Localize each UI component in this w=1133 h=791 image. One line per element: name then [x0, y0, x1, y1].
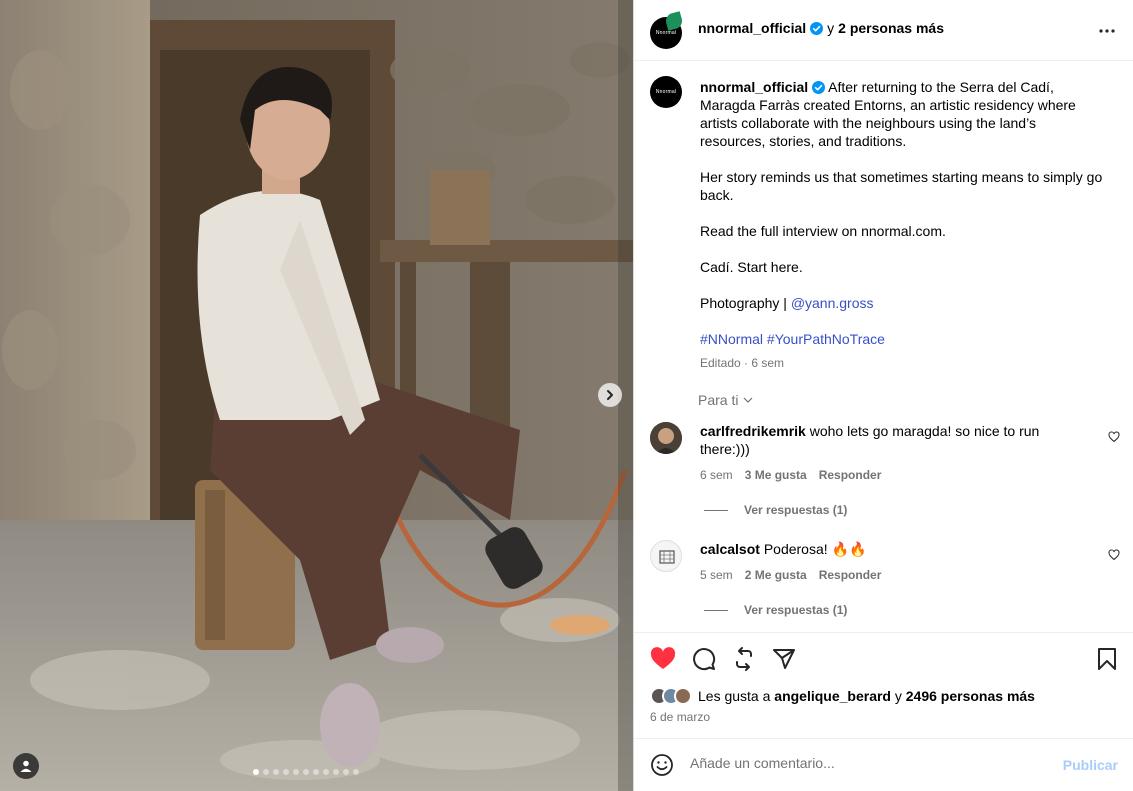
instagram-post-modal: Nnormal nnormal_official y 2 personas má…	[0, 0, 1133, 791]
carousel-dot	[343, 769, 349, 775]
collab-others-link[interactable]: 2 personas más	[838, 20, 944, 36]
carousel-dot	[333, 769, 339, 775]
comment-sort-dropdown[interactable]: Para ti	[698, 392, 754, 408]
add-comment-bar: Publicar	[634, 738, 1133, 791]
view-replies-label: Ver respuestas (1)	[744, 603, 848, 617]
carousel-dot	[253, 769, 259, 775]
post-authors: nnormal_official y 2 personas más	[698, 20, 944, 36]
mention-link[interactable]: @yann.gross	[791, 295, 874, 311]
comment-input[interactable]	[690, 755, 1050, 771]
collab-connector: y	[827, 20, 835, 36]
caption-paragraph: Her story reminds us that sometimes star…	[700, 169, 1103, 203]
more-options-icon	[1099, 29, 1115, 33]
caption-paragraph: Read the full interview on nnormal.com.	[700, 223, 946, 239]
commenter-avatar[interactable]	[650, 422, 682, 454]
carousel-dot	[313, 769, 319, 775]
carousel-dot	[323, 769, 329, 775]
repost-icon	[736, 647, 752, 671]
comment-username[interactable]: calcalsot	[700, 541, 760, 557]
carousel-next-button[interactable]	[598, 383, 622, 407]
caption-text: nnormal_official After returning to the …	[700, 78, 1105, 372]
author-username[interactable]: nnormal_official	[698, 20, 806, 36]
comment-icon	[693, 648, 716, 671]
caption-credit: Photography |	[700, 295, 787, 311]
like-button[interactable]	[650, 647, 676, 674]
view-replies-button[interactable]: Ver respuestas (1)	[704, 503, 847, 517]
user-tag-button[interactable]	[13, 753, 39, 779]
commenter-avatar[interactable]	[650, 540, 682, 572]
save-button[interactable]	[1096, 647, 1118, 674]
carousel-indicator	[253, 769, 359, 775]
liker-avatar	[674, 687, 692, 705]
carousel-dot	[263, 769, 269, 775]
brand-mark: Nnormal	[655, 30, 677, 36]
comment-text: calcalsot Poderosa! 🔥🔥	[700, 540, 1065, 558]
carousel-dot	[283, 769, 289, 775]
chevron-right-icon	[607, 390, 613, 400]
comment-button[interactable]	[692, 647, 716, 674]
user-tag-icon	[20, 760, 32, 772]
heart-icon	[650, 647, 676, 669]
sort-label: Para ti	[698, 392, 739, 408]
comment-likes[interactable]: 2 Me gusta	[745, 568, 807, 582]
comment-age: 5 sem	[700, 568, 733, 582]
publish-button[interactable]: Publicar	[1063, 757, 1118, 773]
post-date: 6 de marzo	[650, 710, 711, 724]
more-options-button[interactable]	[1098, 22, 1116, 43]
likes-summary[interactable]: Les gusta a angelique_berard y 2496 pers…	[650, 687, 1035, 705]
replies-divider	[704, 609, 728, 611]
repost-button[interactable]	[732, 647, 756, 674]
replies-divider	[704, 509, 728, 511]
caption-edited-meta: Editado · 6 sem	[700, 356, 785, 370]
brand-mark: Nnormal	[655, 89, 677, 95]
comment-like-button[interactable]	[1108, 430, 1120, 446]
verified-badge-icon	[810, 21, 824, 35]
reply-button[interactable]: Responder	[819, 468, 882, 482]
comment-likes[interactable]: 3 Me gusta	[745, 468, 807, 482]
verified-badge-icon	[812, 81, 826, 94]
comment-meta: 6 sem 3 Me gusta Responder	[700, 468, 881, 482]
emoji-icon	[651, 754, 673, 776]
caption-paragraph: Cadí. Start here.	[700, 259, 803, 275]
post-actions: Les gusta a angelique_berard y 2496 pers…	[634, 632, 1133, 738]
comment-like-button[interactable]	[1108, 548, 1120, 564]
share-icon	[773, 649, 795, 669]
carousel-dot	[353, 769, 359, 775]
comment-username[interactable]: carlfredrikemrik	[700, 423, 806, 439]
view-replies-label: Ver respuestas (1)	[744, 503, 848, 517]
post-header: Nnormal nnormal_official y 2 personas má…	[634, 0, 1133, 61]
reply-button[interactable]: Responder	[819, 568, 882, 582]
caption-author-avatar[interactable]: Nnormal	[650, 76, 682, 108]
commenter-logo	[651, 541, 681, 571]
liker-username[interactable]: angelique_berard	[774, 688, 891, 704]
view-replies-button[interactable]: Ver respuestas (1)	[704, 603, 847, 617]
comment-meta: 5 sem 2 Me gusta Responder	[700, 568, 881, 582]
post-sidebar: Nnormal nnormal_official y 2 personas má…	[633, 0, 1133, 791]
photo-scene	[0, 0, 633, 791]
caption-username[interactable]: nnormal_official	[700, 79, 808, 95]
comment-age: 6 sem	[700, 468, 733, 482]
bookmark-icon	[1098, 648, 1116, 670]
likes-connector: y	[894, 688, 902, 704]
commenter-photo	[650, 422, 682, 454]
likes-others[interactable]: 2496 personas más	[906, 688, 1035, 704]
likes-prefix: Les gusta a	[698, 688, 771, 704]
carousel-dot	[303, 769, 309, 775]
comment-body: Poderosa! 🔥🔥	[763, 541, 867, 557]
share-button[interactable]	[772, 647, 796, 674]
heart-icon	[1108, 549, 1120, 561]
chevron-down-icon	[744, 397, 753, 403]
emoji-button[interactable]	[650, 753, 674, 780]
hashtag-link[interactable]: #YourPathNoTrace	[767, 331, 885, 347]
carousel-dot	[293, 769, 299, 775]
comment-text: carlfredrikemrik woho lets go maragda! s…	[700, 422, 1065, 458]
carousel-dot	[273, 769, 279, 775]
hashtag-link[interactable]: #NNormal	[700, 331, 763, 347]
post-photo	[0, 0, 633, 791]
heart-icon	[1108, 431, 1120, 443]
comments-scroll-area[interactable]: Nnormal nnormal_official After returning…	[634, 62, 1133, 632]
